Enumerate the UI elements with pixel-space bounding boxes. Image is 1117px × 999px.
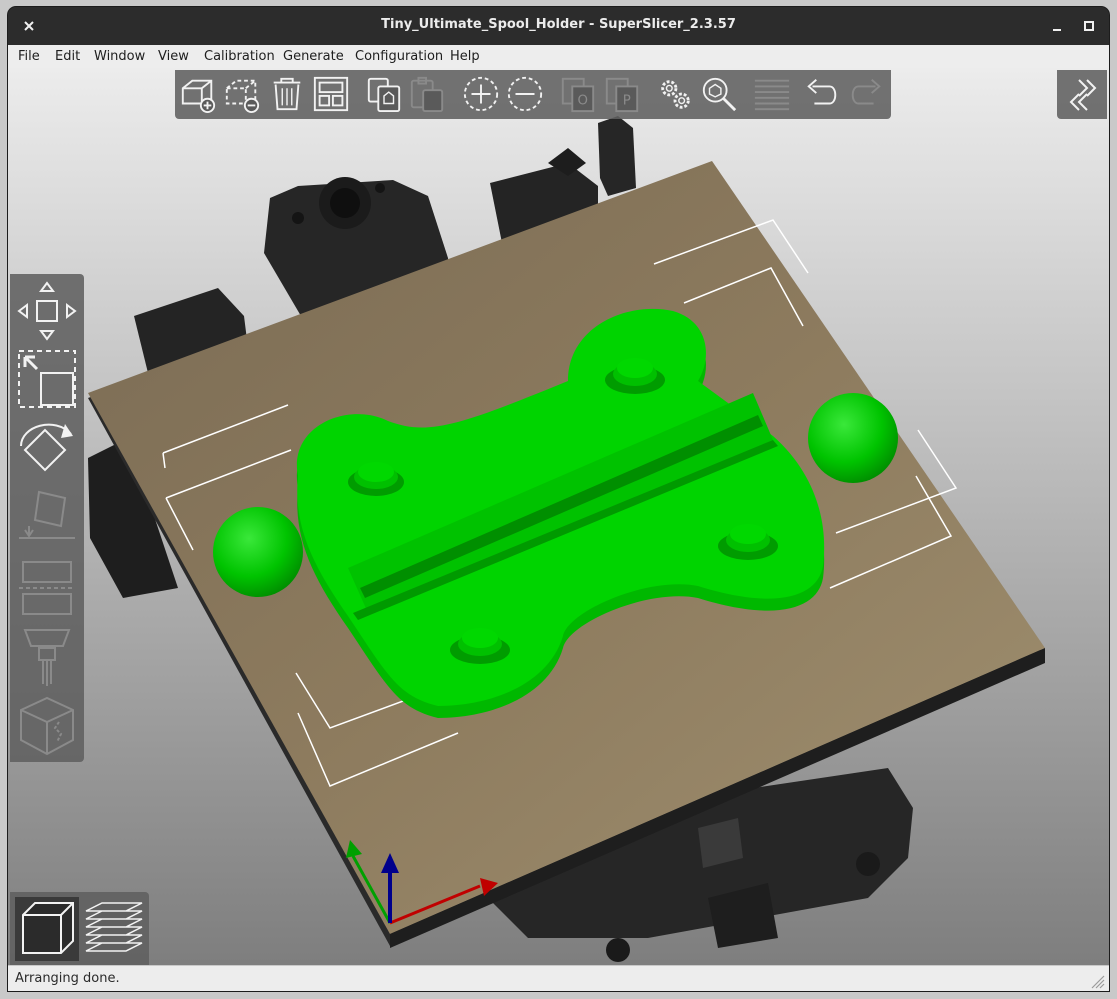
- menu-window[interactable]: Window: [94, 49, 145, 64]
- double-chevron-icon: [1069, 79, 1097, 111]
- scale-icon[interactable]: [15, 347, 79, 411]
- layers-editing-icon[interactable]: [753, 75, 791, 113]
- minimize-icon: [1053, 29, 1061, 31]
- maximize-icon: [1084, 21, 1094, 31]
- main-toolbar: O P: [175, 70, 891, 119]
- cut-icon[interactable]: [15, 556, 79, 620]
- split-parts-icon[interactable]: P: [603, 75, 641, 113]
- arrange-icon[interactable]: [312, 75, 350, 113]
- settings-icon[interactable]: [656, 75, 694, 113]
- sphere-object-left[interactable]: [213, 507, 303, 597]
- plus-circle-icon[interactable]: [462, 75, 500, 113]
- minus-circle-icon[interactable]: [506, 75, 544, 113]
- 3d-view-icon[interactable]: [15, 897, 79, 961]
- move-icon[interactable]: [15, 279, 79, 343]
- menu-generate[interactable]: Generate: [283, 49, 344, 64]
- status-bar: Arranging done.: [8, 965, 1109, 991]
- trash-icon[interactable]: [268, 75, 306, 113]
- split-objects-icon[interactable]: O: [559, 75, 597, 113]
- resize-grip-icon[interactable]: [1089, 973, 1105, 989]
- menu-view[interactable]: View: [158, 49, 189, 64]
- title-bar: Tiny_Ultimate_Spool_Holder - SuperSlicer…: [8, 7, 1109, 45]
- seam-painting-icon[interactable]: [15, 694, 79, 758]
- add-icon[interactable]: [179, 75, 217, 113]
- svg-text:O: O: [578, 93, 588, 108]
- window-title: Tiny_Ultimate_Spool_Holder - SuperSlicer…: [381, 17, 736, 32]
- copy-icon[interactable]: [365, 75, 403, 113]
- rotate-icon[interactable]: [15, 416, 79, 480]
- redo-icon[interactable]: [847, 75, 885, 113]
- menu-calibration[interactable]: Calibration: [204, 49, 275, 64]
- scene[interactable]: [8, 68, 1109, 965]
- menu-edit[interactable]: Edit: [55, 49, 80, 64]
- preview-icon[interactable]: [82, 897, 146, 961]
- svg-text:P: P: [623, 93, 631, 108]
- menu-help[interactable]: Help: [450, 49, 480, 64]
- search-icon[interactable]: [700, 75, 738, 113]
- paint-supports-icon[interactable]: [15, 626, 79, 690]
- delete-icon[interactable]: [223, 75, 261, 113]
- view-mode-switcher: [10, 892, 149, 965]
- app-window: Tiny_Ultimate_Spool_Holder - SuperSlicer…: [8, 7, 1109, 991]
- status-message: Arranging done.: [15, 971, 120, 986]
- menu-file[interactable]: File: [18, 49, 40, 64]
- place-on-face-icon[interactable]: [15, 486, 79, 550]
- sidebar-collapse-button[interactable]: [1057, 70, 1107, 119]
- sphere-object-right[interactable]: [808, 393, 898, 483]
- paste-icon[interactable]: [408, 75, 446, 113]
- maximize-button[interactable]: [1078, 15, 1100, 37]
- menu-bar: File Edit Window View Calibration Genera…: [8, 45, 1109, 68]
- minimize-button[interactable]: [1046, 15, 1068, 37]
- gizmo-toolbar: [10, 274, 84, 762]
- 3d-viewport[interactable]: O P: [8, 68, 1109, 965]
- menu-configuration[interactable]: Configuration: [355, 49, 443, 64]
- undo-icon[interactable]: [803, 75, 841, 113]
